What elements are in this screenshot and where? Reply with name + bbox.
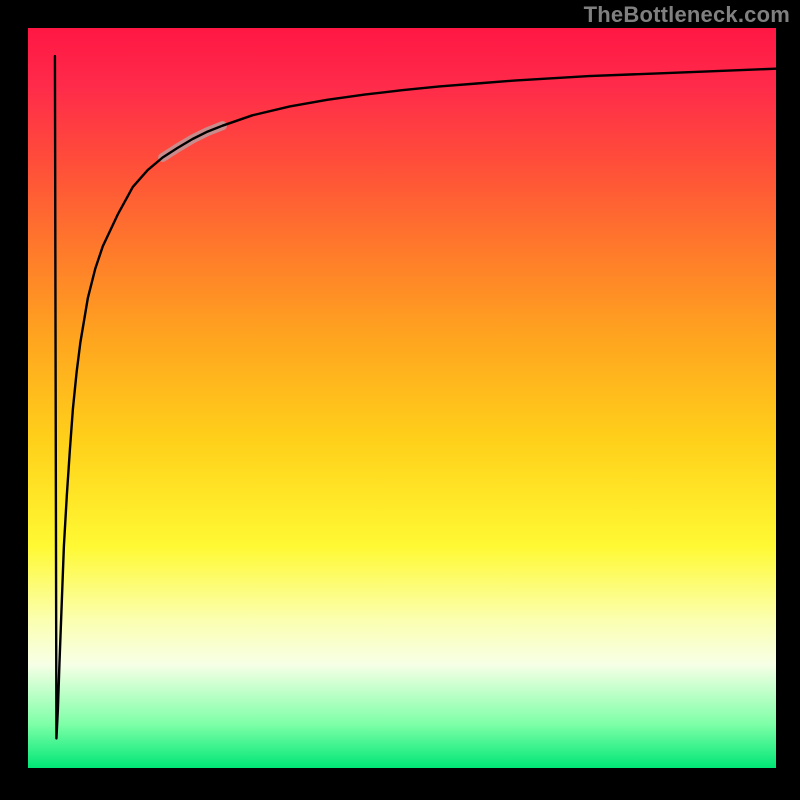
curve-layer bbox=[0, 0, 800, 800]
bottleneck-curve bbox=[55, 56, 776, 738]
watermark-text: TheBottleneck.com bbox=[584, 2, 790, 28]
bottleneck-curve-path bbox=[55, 56, 776, 738]
chart-frame: TheBottleneck.com bbox=[0, 0, 800, 800]
